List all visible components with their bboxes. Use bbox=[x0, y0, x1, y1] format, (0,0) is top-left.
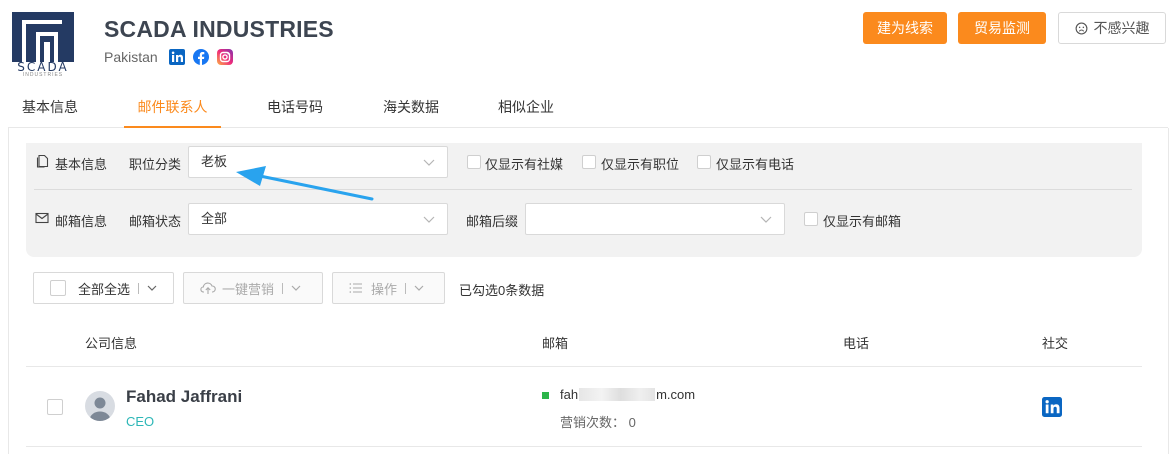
cloud-upload-icon bbox=[200, 282, 216, 294]
toolbar-separator bbox=[282, 282, 284, 294]
only-phone-label: 仅显示有电话 bbox=[716, 157, 795, 172]
select-all-button[interactable]: 全部全选 bbox=[33, 272, 174, 304]
contact-name[interactable]: Fahad Jaffrani bbox=[126, 387, 242, 407]
table-header: 公司信息 邮箱 电话 社交 bbox=[26, 320, 1142, 367]
not-interested-button[interactable]: 不感兴趣 bbox=[1058, 12, 1166, 44]
logo-subtext: INDUSTRIES bbox=[22, 72, 64, 78]
document-icon bbox=[36, 154, 49, 168]
email-prefix: fah bbox=[560, 387, 579, 402]
content-border-left bbox=[8, 128, 9, 454]
chevron-down-icon bbox=[423, 216, 435, 223]
mail-icon bbox=[35, 212, 49, 224]
table-row: Fahad Jaffrani CEO fah m.com 营销次数： 0 bbox=[26, 367, 1142, 447]
only-position-checkbox[interactable] bbox=[582, 155, 596, 169]
select-all-checkbox[interactable] bbox=[50, 280, 66, 296]
list-icon bbox=[349, 283, 362, 293]
chevron-down-icon[interactable] bbox=[147, 284, 157, 292]
company-meta: Pakistan bbox=[104, 49, 241, 65]
position-filter-label: 职位分类 bbox=[129, 157, 182, 172]
contact-title: CEO bbox=[126, 414, 155, 429]
email-redacted bbox=[579, 388, 656, 401]
column-header-company: 公司信息 bbox=[85, 336, 138, 351]
tab-phone-numbers[interactable]: 电话号码 bbox=[263, 88, 327, 128]
chevron-down-icon bbox=[760, 216, 772, 223]
basic-info-filter-label: 基本信息 bbox=[55, 157, 108, 172]
only-social-checkbox[interactable] bbox=[467, 155, 481, 169]
linkedin-icon[interactable] bbox=[1042, 397, 1062, 417]
selected-count-text: 已勾选0条数据 bbox=[459, 283, 545, 298]
content-border-right bbox=[1168, 128, 1169, 454]
email-valid-indicator bbox=[542, 392, 549, 399]
email-info-filter-label: 邮箱信息 bbox=[55, 214, 108, 229]
only-email-checkbox[interactable] bbox=[804, 212, 818, 226]
company-name: SCADA INDUSTRIES bbox=[104, 16, 334, 42]
contact-email[interactable]: fah m.com bbox=[560, 387, 695, 402]
not-interested-label: 不感兴趣 bbox=[1093, 20, 1150, 36]
email-suffix-select[interactable] bbox=[525, 203, 785, 235]
chevron-down-icon bbox=[414, 285, 424, 291]
one-click-marketing-button[interactable]: 一键营销 bbox=[183, 272, 323, 304]
column-header-social: 社交 bbox=[1042, 336, 1069, 351]
chevron-down-icon bbox=[423, 159, 435, 166]
company-country: Pakistan bbox=[104, 49, 158, 65]
operations-button[interactable]: 操作 bbox=[332, 272, 445, 304]
position-select-value: 老板 bbox=[201, 154, 228, 169]
instagram-icon[interactable] bbox=[216, 49, 233, 65]
email-status-select[interactable]: 全部 bbox=[188, 203, 448, 235]
filter-divider bbox=[34, 189, 1132, 190]
company-logo: SCADA INDUSTRIES bbox=[12, 12, 74, 78]
marketing-count: 营销次数： 0 bbox=[560, 415, 636, 430]
tab-basic-info[interactable]: 基本信息 bbox=[8, 88, 92, 128]
only-position-label: 仅显示有职位 bbox=[601, 157, 680, 172]
tab-similar-companies[interactable]: 相似企业 bbox=[494, 88, 558, 128]
toolbar-separator bbox=[138, 282, 140, 294]
linkedin-icon[interactable] bbox=[168, 49, 185, 65]
create-lead-button[interactable]: 建为线索 bbox=[863, 12, 947, 44]
tab-bar: 基本信息 邮件联系人 电话号码 海关数据 相似企业 bbox=[8, 88, 1168, 128]
only-social-label: 仅显示有社媒 bbox=[485, 157, 564, 172]
only-email-label: 仅显示有邮箱 bbox=[823, 214, 902, 229]
operations-label: 操作 bbox=[371, 281, 398, 297]
avatar bbox=[85, 391, 115, 421]
column-header-phone: 电话 bbox=[843, 336, 870, 351]
filter-panel: 基本信息 职位分类 老板 仅显示有社媒 仅显示有职位 仅显示有电话 邮箱信息 邮… bbox=[26, 143, 1142, 257]
only-phone-checkbox[interactable] bbox=[697, 155, 711, 169]
row-checkbox[interactable] bbox=[47, 399, 63, 415]
email-status-filter-label: 邮箱状态 bbox=[129, 214, 182, 229]
chevron-down-icon bbox=[291, 285, 301, 291]
position-select[interactable]: 老板 bbox=[188, 146, 448, 178]
trade-monitor-button[interactable]: 贸易监测 bbox=[958, 12, 1046, 44]
facebook-icon[interactable] bbox=[192, 49, 209, 65]
select-all-label: 全部全选 bbox=[78, 281, 131, 297]
email-status-select-value: 全部 bbox=[201, 211, 228, 226]
one-click-marketing-label: 一键营销 bbox=[222, 281, 275, 297]
email-suffix-filter-label: 邮箱后缀 bbox=[466, 214, 519, 229]
tab-email-contacts[interactable]: 邮件联系人 bbox=[124, 88, 221, 128]
email-suffix: m.com bbox=[656, 387, 696, 402]
tab-customs-data[interactable]: 海关数据 bbox=[379, 88, 443, 128]
toolbar-separator bbox=[405, 282, 407, 294]
column-header-email: 邮箱 bbox=[542, 336, 569, 351]
frown-icon bbox=[1075, 22, 1087, 34]
